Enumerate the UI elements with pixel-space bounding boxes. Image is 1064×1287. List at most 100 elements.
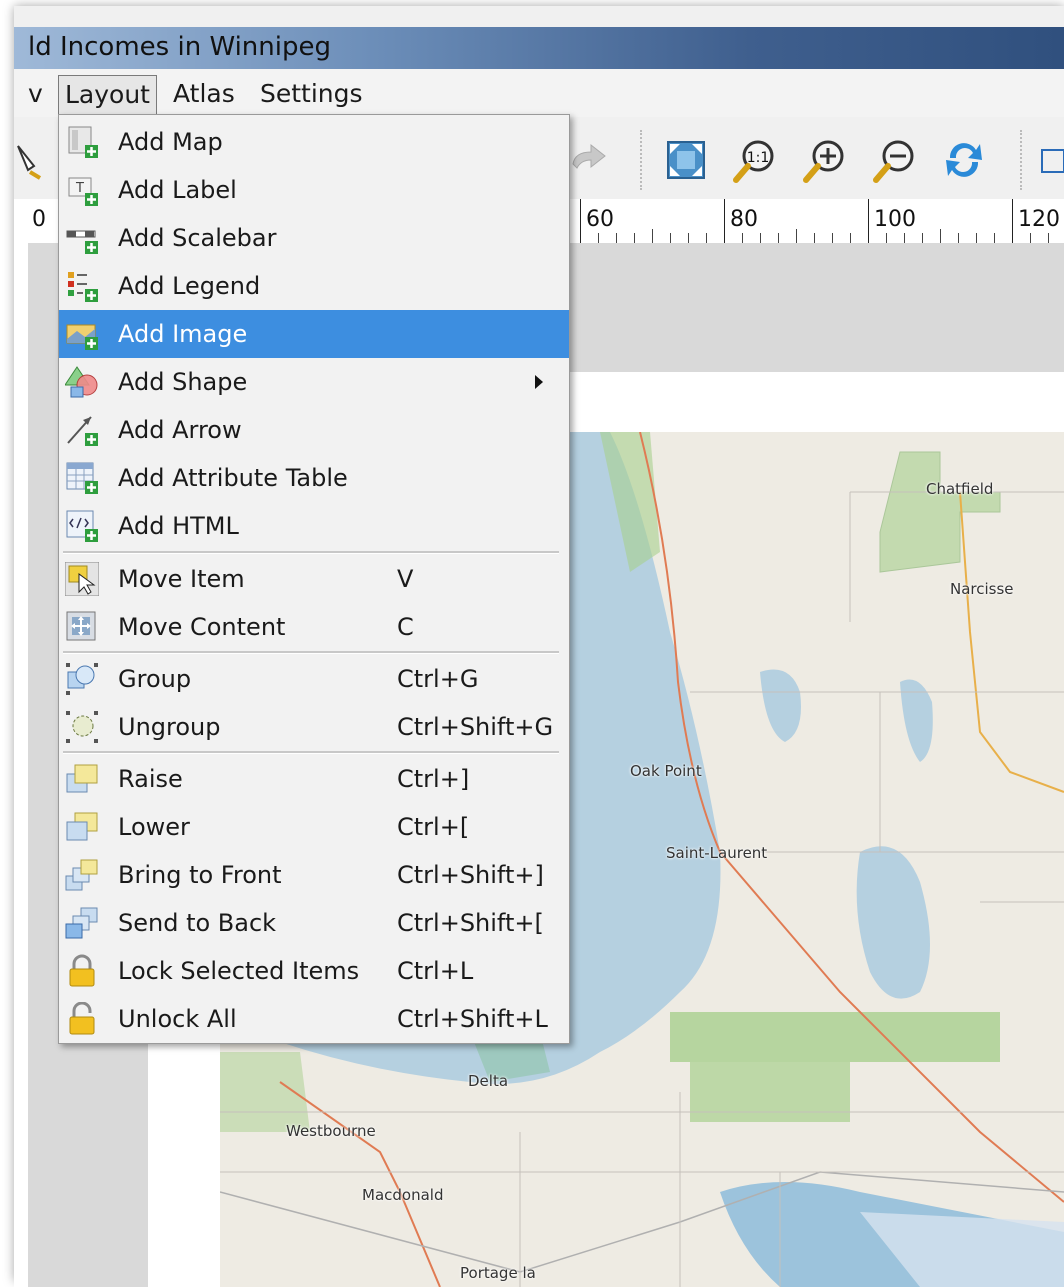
menu-item-label: Add Shape xyxy=(118,368,248,396)
menu-item-add-map[interactable]: Add Map xyxy=(59,118,569,166)
menu-item-move-content[interactable]: Move Content C xyxy=(59,603,569,651)
place-label: Macdonald xyxy=(362,1186,444,1204)
add-attribute-table-icon xyxy=(66,462,98,494)
menu-item-lock-selected-items[interactable]: Lock Selected Items Ctrl+L xyxy=(59,947,569,995)
redo-icon[interactable] xyxy=(565,136,613,184)
svg-text:1:1: 1:1 xyxy=(747,150,770,166)
place-label: Saint-Laurent xyxy=(666,844,768,862)
add-image-icon xyxy=(66,324,98,350)
place-label: Westbourne xyxy=(286,1122,376,1140)
menu-item-label: Bring to Front xyxy=(118,861,282,889)
bring-to-front-icon xyxy=(65,859,98,891)
refresh-icon[interactable] xyxy=(940,136,988,184)
menu-item-label: Move Content xyxy=(118,613,286,641)
pan-icon[interactable] xyxy=(14,136,44,184)
lower-icon xyxy=(66,812,98,841)
toolbar-separator xyxy=(1020,130,1024,190)
add-scalebar-icon xyxy=(66,230,98,254)
menu-item-add-image[interactable]: Add Image xyxy=(59,310,569,358)
menu-view[interactable]: v xyxy=(22,75,49,113)
menu-item-label: Add Scalebar xyxy=(118,224,277,252)
window-title: ld Incomes in Winnipeg xyxy=(28,32,331,62)
menu-item-shortcut: Ctrl+[ xyxy=(397,813,470,841)
menu-item-move-item[interactable]: Move Item V xyxy=(59,555,569,603)
menu-item-label: Unlock All xyxy=(118,1005,237,1033)
menu-item-group[interactable]: Group Ctrl+G xyxy=(59,655,569,703)
group-icon xyxy=(66,663,98,695)
menu-layout[interactable]: Layout xyxy=(58,75,157,115)
menu-item-add-label[interactable]: T Add Label xyxy=(59,166,569,214)
layout-menu-dropdown: Add Map T Add Label Add Scalebar Add Leg… xyxy=(58,114,570,1044)
menu-item-add-arrow[interactable]: Add Arrow xyxy=(59,406,569,454)
menu-item-add-shape[interactable]: Add Shape xyxy=(59,358,569,406)
ruler-label: 80 xyxy=(730,207,758,232)
menu-item-add-scalebar[interactable]: Add Scalebar xyxy=(59,214,569,262)
add-shape-icon xyxy=(65,366,98,398)
menu-item-label: Add Attribute Table xyxy=(118,464,348,492)
add-label-icon: T xyxy=(68,177,98,206)
place-label: Oak Point xyxy=(630,762,702,780)
place-label: Portage la xyxy=(460,1264,536,1282)
menu-item-lower[interactable]: Lower Ctrl+[ xyxy=(59,803,569,851)
menu-item-label: Send to Back xyxy=(118,909,277,937)
menu-item-label: Add Arrow xyxy=(118,416,242,444)
title-bar: ld Incomes in Winnipeg xyxy=(14,27,1064,69)
menu-item-label: Move Item xyxy=(118,565,245,593)
menu-item-shortcut: Ctrl+Shift+] xyxy=(397,861,544,889)
menu-item-send-to-back[interactable]: Send to Back Ctrl+Shift+[ xyxy=(59,899,569,947)
menu-item-label: Lower xyxy=(118,813,190,841)
submenu-arrow-icon xyxy=(535,375,543,389)
lock-icon xyxy=(69,954,95,987)
menu-item-label: Raise xyxy=(118,765,183,793)
svg-text:T: T xyxy=(75,181,84,196)
menu-item-shortcut: V xyxy=(397,565,414,593)
menu-atlas[interactable]: Atlas xyxy=(167,75,241,113)
place-label: Delta xyxy=(468,1072,509,1090)
menu-item-label: Lock Selected Items xyxy=(118,957,360,985)
menu-item-shortcut: Ctrl+G xyxy=(397,665,479,693)
menu-item-unlock-all[interactable]: Unlock All Ctrl+Shift+L xyxy=(59,995,569,1043)
place-label: Chatfield xyxy=(926,480,994,498)
menu-item-label: Add Label xyxy=(118,176,237,204)
menu-item-raise[interactable]: Raise Ctrl+] xyxy=(59,755,569,803)
menu-separator xyxy=(63,751,559,754)
zoom-full-icon[interactable] xyxy=(662,136,710,184)
add-arrow-icon xyxy=(67,416,98,446)
select-icon[interactable] xyxy=(1036,136,1064,184)
add-map-icon xyxy=(68,126,98,158)
add-html-icon xyxy=(66,510,98,542)
menu-bar: v Layout Atlas Settings xyxy=(14,69,1064,117)
menu-item-label: Ungroup xyxy=(118,713,221,741)
send-to-back-icon xyxy=(65,907,98,939)
menu-item-shortcut: Ctrl+Shift+[ xyxy=(397,909,544,937)
ruler-label: 60 xyxy=(586,207,614,232)
menu-item-add-attribute-table[interactable]: Add Attribute Table xyxy=(59,454,569,502)
zoom-in-icon[interactable] xyxy=(800,136,848,184)
menu-item-shortcut: Ctrl+] xyxy=(397,765,470,793)
menu-settings[interactable]: Settings xyxy=(254,75,369,113)
ruler-label: 120 xyxy=(1018,207,1060,232)
menu-item-label: Add HTML xyxy=(118,512,239,540)
menu-item-add-html[interactable]: Add HTML xyxy=(59,502,569,550)
ungroup-icon xyxy=(66,711,98,743)
menu-item-label: Add Map xyxy=(118,128,223,156)
ruler-label: 0 xyxy=(32,207,46,232)
zoom-actual-icon[interactable]: 1:1 xyxy=(730,136,778,184)
zoom-out-icon[interactable] xyxy=(870,136,918,184)
menu-separator xyxy=(63,551,559,554)
menu-item-shortcut: Ctrl+Shift+L xyxy=(397,1005,548,1033)
raise-icon xyxy=(66,764,98,793)
ruler-label: 100 xyxy=(874,207,916,232)
menu-item-add-legend[interactable]: Add Legend xyxy=(59,262,569,310)
vertical-ruler xyxy=(14,243,29,1287)
add-legend-icon xyxy=(68,272,98,302)
move-content-icon xyxy=(66,611,96,641)
menu-item-shortcut: C xyxy=(397,613,414,641)
menu-item-label: Group xyxy=(118,665,192,693)
menu-item-ungroup[interactable]: Ungroup Ctrl+Shift+G xyxy=(59,703,569,751)
move-item-icon xyxy=(65,562,99,596)
menu-item-shortcut: Ctrl+L xyxy=(397,957,474,985)
menu-item-bring-to-front[interactable]: Bring to Front Ctrl+Shift+] xyxy=(59,851,569,899)
menu-item-label: Add Image xyxy=(118,320,248,348)
place-label: Narcisse xyxy=(950,580,1014,598)
